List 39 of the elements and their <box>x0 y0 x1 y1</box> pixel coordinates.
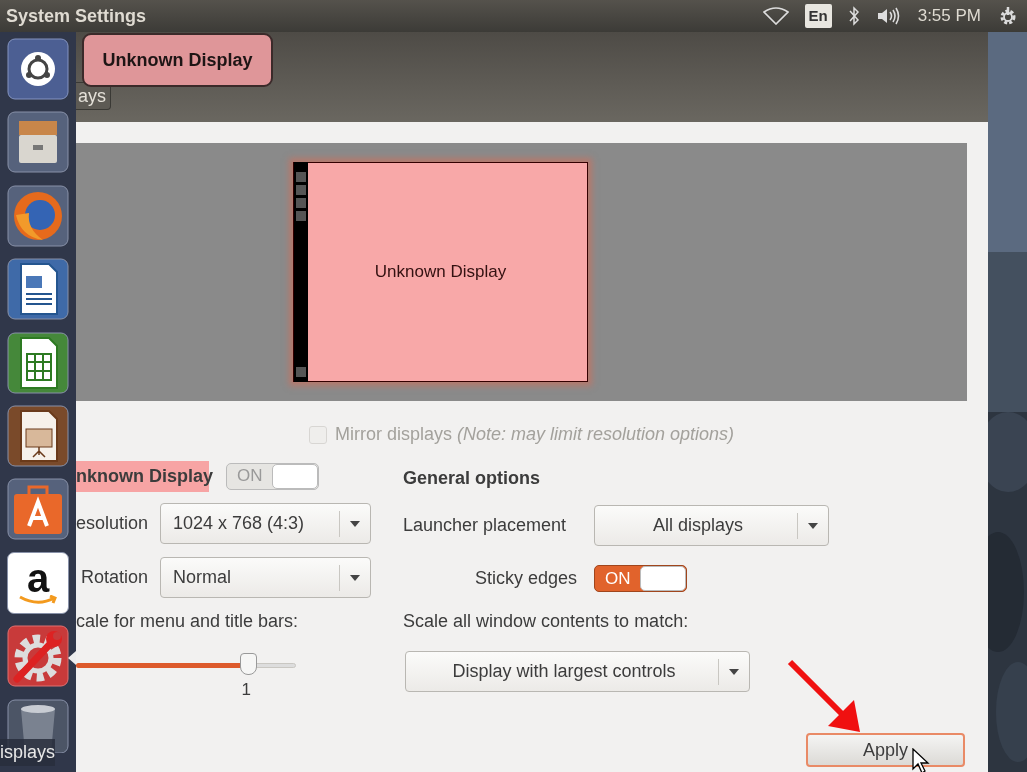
scale-slider[interactable] <box>76 653 296 677</box>
scale-label: cale for menu and title bars: <box>76 610 300 633</box>
display-preview[interactable]: Unknown Display <box>293 162 588 382</box>
caret-icon <box>350 520 360 527</box>
globe-icon[interactable] <box>7 184 69 247</box>
window-title: System Settings <box>6 4 147 28</box>
field-label: Sticky edges <box>473 567 577 590</box>
display-name: Unknown Display <box>374 261 507 284</box>
shopping-bag-icon[interactable] <box>7 478 69 541</box>
clock[interactable]: 3:55 PM <box>917 3 981 29</box>
document-icon[interactable] <box>7 258 69 321</box>
caret-icon <box>808 522 818 529</box>
field-label: Launcher placement <box>403 514 568 537</box>
keyboard-layout-indicator[interactable]: En <box>804 3 832 29</box>
spreadsheet-icon[interactable] <box>7 331 69 394</box>
launcher-label: isplays <box>0 739 56 766</box>
field-label: Rotation <box>79 566 148 589</box>
caret-icon <box>729 668 739 675</box>
bluetooth-icon[interactable] <box>847 6 860 26</box>
volume-icon[interactable] <box>875 6 902 26</box>
gear-wrench-icon[interactable] <box>7 625 69 688</box>
section-title: General options <box>403 467 542 490</box>
scale-value: 1 <box>241 679 252 701</box>
file-cabinet-icon[interactable] <box>7 111 69 174</box>
dropdown[interactable]: All displays <box>594 505 829 546</box>
field-label: esolution <box>76 512 148 535</box>
mouse-cursor-icon <box>912 748 930 772</box>
apply-button[interactable]: Apply <box>806 733 965 767</box>
letter-a-tile[interactable]: a <box>7 551 69 614</box>
presentation-icon[interactable] <box>7 405 69 468</box>
dropdown[interactable]: 1024 x 768 (4:3) <box>160 503 371 544</box>
wifi-icon[interactable] <box>762 7 789 25</box>
circle-logo-icon[interactable] <box>7 38 69 100</box>
caret-icon <box>350 574 360 581</box>
dropdown[interactable]: Display with largest controls <box>405 651 750 692</box>
tooltip: Unknown Display <box>82 33 273 87</box>
smile-arrow-icon <box>18 594 58 605</box>
scale-label: Scale all window contents to match: <box>403 610 690 633</box>
dropdown[interactable]: Normal <box>160 557 371 598</box>
